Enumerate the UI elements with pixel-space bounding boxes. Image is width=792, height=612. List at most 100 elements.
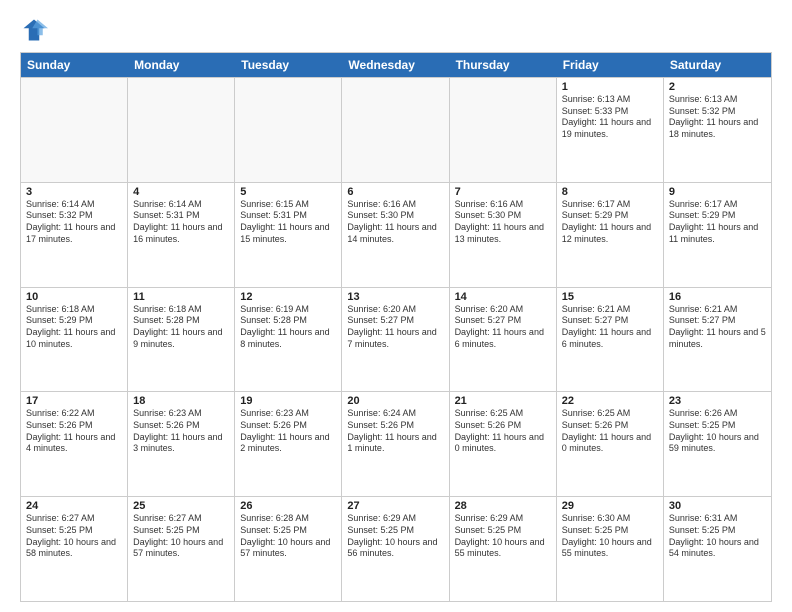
day-number: 24 <box>26 500 122 512</box>
day-info: Sunrise: 6:14 AM Sunset: 5:31 PM Dayligh… <box>133 199 229 246</box>
calendar-cell: 13Sunrise: 6:20 AM Sunset: 5:27 PM Dayli… <box>342 288 449 392</box>
calendar-cell <box>235 78 342 182</box>
day-number: 27 <box>347 500 443 512</box>
day-number: 9 <box>669 186 766 198</box>
calendar-cell: 10Sunrise: 6:18 AM Sunset: 5:29 PM Dayli… <box>21 288 128 392</box>
calendar-cell: 7Sunrise: 6:16 AM Sunset: 5:30 PM Daylig… <box>450 183 557 287</box>
day-number: 21 <box>455 395 551 407</box>
day-info: Sunrise: 6:24 AM Sunset: 5:26 PM Dayligh… <box>347 408 443 455</box>
header-day-saturday: Saturday <box>664 53 771 77</box>
calendar-body: 1Sunrise: 6:13 AM Sunset: 5:33 PM Daylig… <box>21 77 771 601</box>
calendar: SundayMondayTuesdayWednesdayThursdayFrid… <box>20 52 772 602</box>
day-number: 12 <box>240 291 336 303</box>
calendar-header: SundayMondayTuesdayWednesdayThursdayFrid… <box>21 53 771 77</box>
day-info: Sunrise: 6:19 AM Sunset: 5:28 PM Dayligh… <box>240 304 336 351</box>
day-info: Sunrise: 6:22 AM Sunset: 5:26 PM Dayligh… <box>26 408 122 455</box>
calendar-cell <box>342 78 449 182</box>
calendar-cell: 5Sunrise: 6:15 AM Sunset: 5:31 PM Daylig… <box>235 183 342 287</box>
day-info: Sunrise: 6:17 AM Sunset: 5:29 PM Dayligh… <box>669 199 766 246</box>
day-number: 1 <box>562 81 658 93</box>
day-info: Sunrise: 6:23 AM Sunset: 5:26 PM Dayligh… <box>133 408 229 455</box>
calendar-cell: 3Sunrise: 6:14 AM Sunset: 5:32 PM Daylig… <box>21 183 128 287</box>
day-info: Sunrise: 6:17 AM Sunset: 5:29 PM Dayligh… <box>562 199 658 246</box>
day-number: 30 <box>669 500 766 512</box>
day-info: Sunrise: 6:27 AM Sunset: 5:25 PM Dayligh… <box>26 513 122 560</box>
day-info: Sunrise: 6:21 AM Sunset: 5:27 PM Dayligh… <box>669 304 766 351</box>
calendar-cell: 23Sunrise: 6:26 AM Sunset: 5:25 PM Dayli… <box>664 392 771 496</box>
calendar-cell: 18Sunrise: 6:23 AM Sunset: 5:26 PM Dayli… <box>128 392 235 496</box>
day-info: Sunrise: 6:29 AM Sunset: 5:25 PM Dayligh… <box>455 513 551 560</box>
day-number: 8 <box>562 186 658 198</box>
day-info: Sunrise: 6:14 AM Sunset: 5:32 PM Dayligh… <box>26 199 122 246</box>
day-number: 10 <box>26 291 122 303</box>
day-number: 3 <box>26 186 122 198</box>
header-day-monday: Monday <box>128 53 235 77</box>
day-info: Sunrise: 6:27 AM Sunset: 5:25 PM Dayligh… <box>133 513 229 560</box>
day-number: 23 <box>669 395 766 407</box>
day-info: Sunrise: 6:31 AM Sunset: 5:25 PM Dayligh… <box>669 513 766 560</box>
calendar-cell: 19Sunrise: 6:23 AM Sunset: 5:26 PM Dayli… <box>235 392 342 496</box>
calendar-cell: 22Sunrise: 6:25 AM Sunset: 5:26 PM Dayli… <box>557 392 664 496</box>
day-info: Sunrise: 6:28 AM Sunset: 5:25 PM Dayligh… <box>240 513 336 560</box>
calendar-row-4: 24Sunrise: 6:27 AM Sunset: 5:25 PM Dayli… <box>21 496 771 601</box>
header-day-tuesday: Tuesday <box>235 53 342 77</box>
calendar-cell: 2Sunrise: 6:13 AM Sunset: 5:32 PM Daylig… <box>664 78 771 182</box>
day-number: 2 <box>669 81 766 93</box>
day-number: 11 <box>133 291 229 303</box>
calendar-cell: 29Sunrise: 6:30 AM Sunset: 5:25 PM Dayli… <box>557 497 664 601</box>
day-info: Sunrise: 6:13 AM Sunset: 5:33 PM Dayligh… <box>562 94 658 141</box>
day-number: 22 <box>562 395 658 407</box>
calendar-cell: 14Sunrise: 6:20 AM Sunset: 5:27 PM Dayli… <box>450 288 557 392</box>
calendar-cell: 25Sunrise: 6:27 AM Sunset: 5:25 PM Dayli… <box>128 497 235 601</box>
day-number: 5 <box>240 186 336 198</box>
day-number: 25 <box>133 500 229 512</box>
day-info: Sunrise: 6:29 AM Sunset: 5:25 PM Dayligh… <box>347 513 443 560</box>
day-info: Sunrise: 6:26 AM Sunset: 5:25 PM Dayligh… <box>669 408 766 455</box>
calendar-cell: 30Sunrise: 6:31 AM Sunset: 5:25 PM Dayli… <box>664 497 771 601</box>
day-info: Sunrise: 6:18 AM Sunset: 5:28 PM Dayligh… <box>133 304 229 351</box>
logo <box>20 16 52 44</box>
day-number: 19 <box>240 395 336 407</box>
header-day-wednesday: Wednesday <box>342 53 449 77</box>
day-number: 7 <box>455 186 551 198</box>
day-number: 16 <box>669 291 766 303</box>
calendar-cell <box>21 78 128 182</box>
day-info: Sunrise: 6:20 AM Sunset: 5:27 PM Dayligh… <box>455 304 551 351</box>
day-number: 28 <box>455 500 551 512</box>
day-info: Sunrise: 6:13 AM Sunset: 5:32 PM Dayligh… <box>669 94 766 141</box>
day-info: Sunrise: 6:30 AM Sunset: 5:25 PM Dayligh… <box>562 513 658 560</box>
day-number: 6 <box>347 186 443 198</box>
header <box>20 16 772 44</box>
day-info: Sunrise: 6:18 AM Sunset: 5:29 PM Dayligh… <box>26 304 122 351</box>
calendar-cell: 11Sunrise: 6:18 AM Sunset: 5:28 PM Dayli… <box>128 288 235 392</box>
day-info: Sunrise: 6:21 AM Sunset: 5:27 PM Dayligh… <box>562 304 658 351</box>
day-number: 26 <box>240 500 336 512</box>
header-day-sunday: Sunday <box>21 53 128 77</box>
day-info: Sunrise: 6:15 AM Sunset: 5:31 PM Dayligh… <box>240 199 336 246</box>
day-info: Sunrise: 6:16 AM Sunset: 5:30 PM Dayligh… <box>347 199 443 246</box>
calendar-cell <box>128 78 235 182</box>
header-day-friday: Friday <box>557 53 664 77</box>
calendar-cell: 20Sunrise: 6:24 AM Sunset: 5:26 PM Dayli… <box>342 392 449 496</box>
day-info: Sunrise: 6:25 AM Sunset: 5:26 PM Dayligh… <box>455 408 551 455</box>
calendar-row-0: 1Sunrise: 6:13 AM Sunset: 5:33 PM Daylig… <box>21 77 771 182</box>
day-number: 4 <box>133 186 229 198</box>
day-info: Sunrise: 6:16 AM Sunset: 5:30 PM Dayligh… <box>455 199 551 246</box>
calendar-row-1: 3Sunrise: 6:14 AM Sunset: 5:32 PM Daylig… <box>21 182 771 287</box>
calendar-cell: 12Sunrise: 6:19 AM Sunset: 5:28 PM Dayli… <box>235 288 342 392</box>
day-info: Sunrise: 6:20 AM Sunset: 5:27 PM Dayligh… <box>347 304 443 351</box>
logo-icon <box>20 16 48 44</box>
day-number: 20 <box>347 395 443 407</box>
calendar-row-2: 10Sunrise: 6:18 AM Sunset: 5:29 PM Dayli… <box>21 287 771 392</box>
calendar-cell: 21Sunrise: 6:25 AM Sunset: 5:26 PM Dayli… <box>450 392 557 496</box>
calendar-cell <box>450 78 557 182</box>
calendar-cell: 27Sunrise: 6:29 AM Sunset: 5:25 PM Dayli… <box>342 497 449 601</box>
day-number: 13 <box>347 291 443 303</box>
calendar-cell: 6Sunrise: 6:16 AM Sunset: 5:30 PM Daylig… <box>342 183 449 287</box>
day-number: 17 <box>26 395 122 407</box>
calendar-cell: 1Sunrise: 6:13 AM Sunset: 5:33 PM Daylig… <box>557 78 664 182</box>
day-number: 29 <box>562 500 658 512</box>
calendar-cell: 9Sunrise: 6:17 AM Sunset: 5:29 PM Daylig… <box>664 183 771 287</box>
day-info: Sunrise: 6:25 AM Sunset: 5:26 PM Dayligh… <box>562 408 658 455</box>
calendar-cell: 24Sunrise: 6:27 AM Sunset: 5:25 PM Dayli… <box>21 497 128 601</box>
